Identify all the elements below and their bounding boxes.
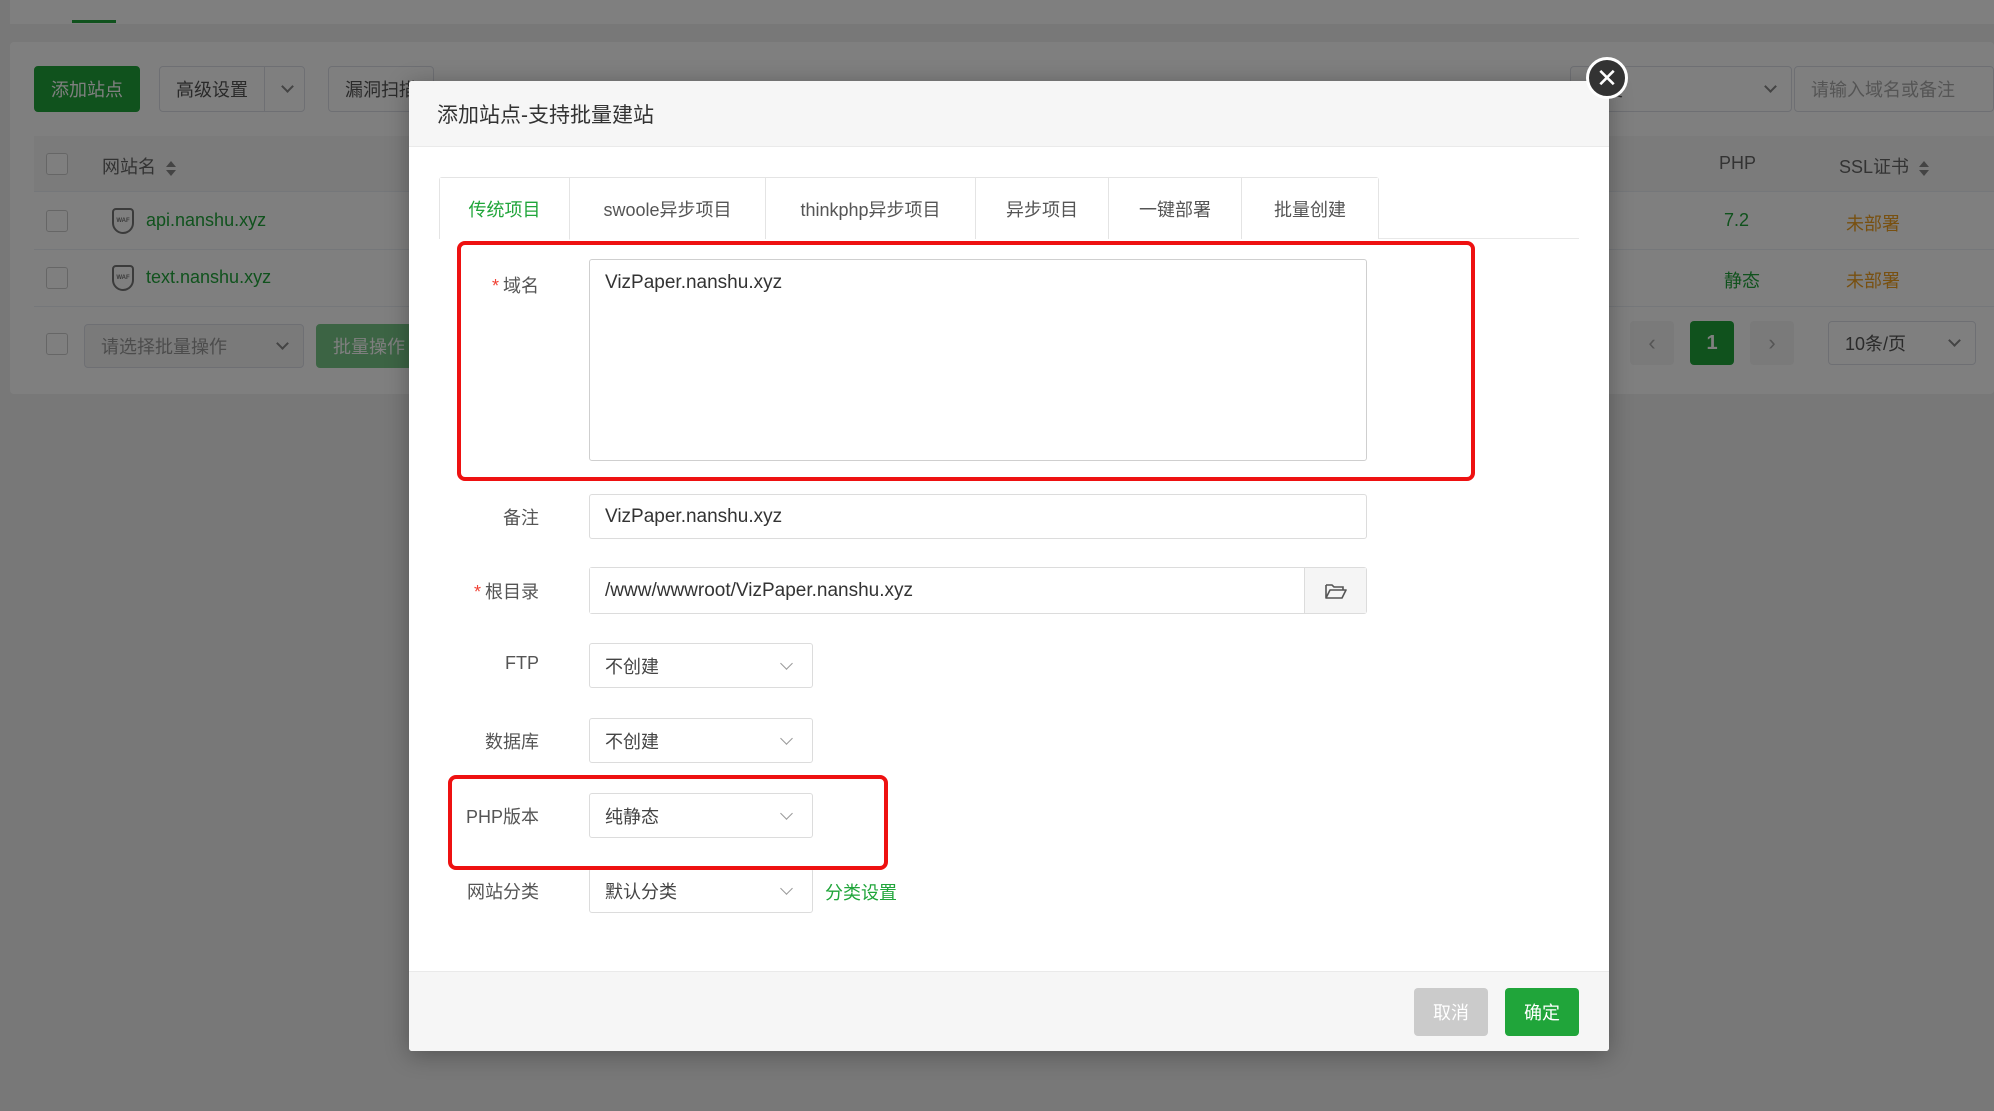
database-select[interactable]: 不创建 [589, 718, 813, 763]
domain-highlight-box [457, 241, 1475, 481]
tab-async-project[interactable]: 异步项目 [976, 178, 1109, 239]
folder-open-icon [1324, 583, 1347, 599]
site-category-select[interactable]: 默认分类 [589, 868, 813, 913]
ftp-label: FTP [505, 653, 539, 673]
remark-input[interactable] [589, 494, 1367, 539]
tab-swoole-async-project[interactable]: swoole异步项目 [570, 178, 766, 239]
add-site-dialog: 添加站点-支持批量建站 传统项目 swoole异步项目 thinkphp异步项目… [409, 81, 1609, 1051]
root-dir-input[interactable] [590, 568, 1304, 613]
chevron-down-icon [780, 731, 793, 745]
browse-folder-button[interactable] [1304, 568, 1366, 613]
root-dir-label: * 根目录 [473, 582, 539, 602]
cancel-button[interactable]: 取消 [1414, 988, 1488, 1036]
remark-label: 备注 [503, 508, 539, 528]
site-category-select-value: 默认分类 [605, 881, 677, 902]
close-dialog-button[interactable]: ✕ [1586, 57, 1628, 99]
confirm-button[interactable]: 确定 [1505, 988, 1579, 1036]
tab-thinkphp-async-project[interactable]: thinkphp异步项目 [766, 178, 976, 239]
php-version-highlight-box [448, 775, 888, 870]
database-label: 数据库 [485, 732, 539, 752]
required-mark: * [473, 582, 481, 602]
tab-one-click-deploy[interactable]: 一键部署 [1109, 178, 1242, 239]
category-settings-link[interactable]: 分类设置 [825, 879, 897, 905]
project-type-tabs: 传统项目 swoole异步项目 thinkphp异步项目 异步项目 一键部署 批… [439, 177, 1579, 240]
dialog-footer: 取消 确定 [409, 971, 1609, 1051]
tab-list: 传统项目 swoole异步项目 thinkphp异步项目 异步项目 一键部署 批… [439, 177, 1379, 240]
tab-batch-create[interactable]: 批量创建 [1242, 178, 1378, 239]
close-icon: ✕ [1596, 63, 1618, 93]
ftp-select-value: 不创建 [605, 656, 659, 677]
chevron-down-icon [780, 881, 793, 895]
dialog-title: 添加站点-支持批量建站 [437, 103, 654, 127]
tab-traditional-project[interactable]: 传统项目 [440, 178, 570, 240]
site-category-label: 网站分类 [467, 882, 539, 902]
root-dir-input-group [589, 567, 1367, 614]
ftp-select[interactable]: 不创建 [589, 643, 813, 688]
chevron-down-icon [780, 656, 793, 670]
dialog-header: 添加站点-支持批量建站 [409, 81, 1609, 147]
database-select-value: 不创建 [605, 731, 659, 752]
